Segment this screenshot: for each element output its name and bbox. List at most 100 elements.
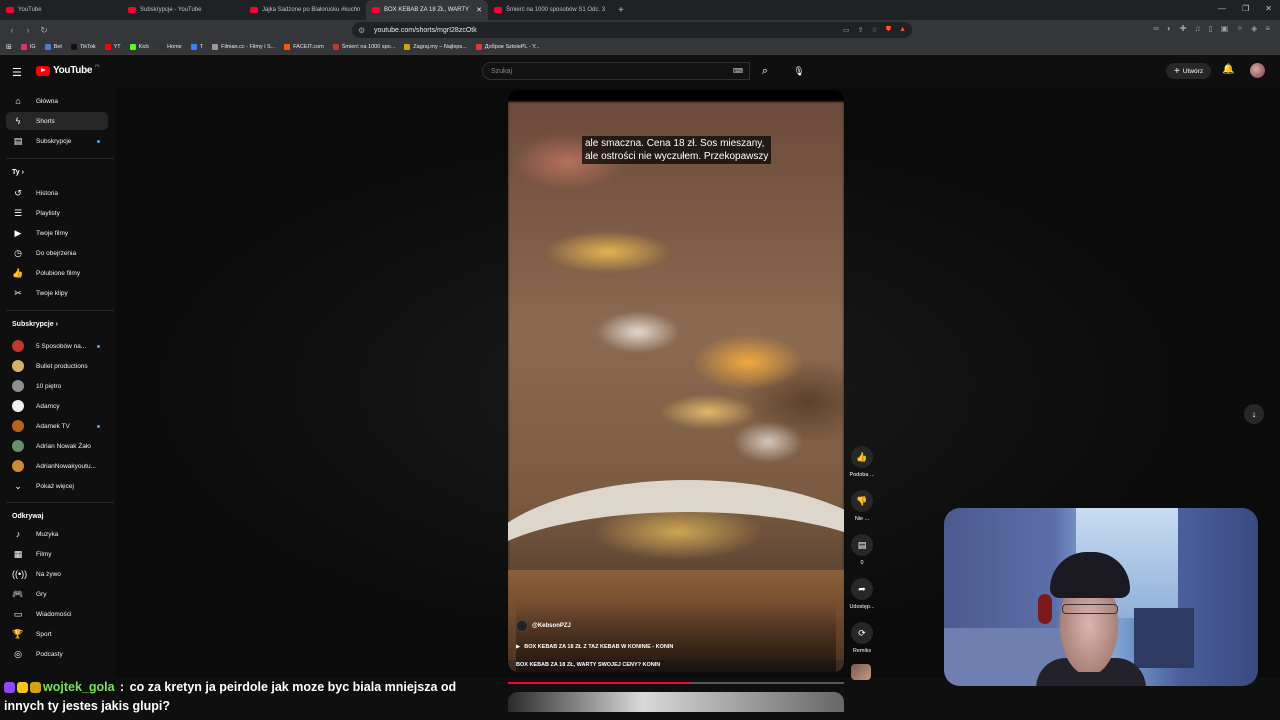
sidebar-section-heading[interactable]: Odkrywaj: [12, 513, 44, 520]
next-short-button[interactable]: ↓: [1244, 404, 1264, 424]
sidebar-item[interactable]: ((•)) Na żywo: [6, 565, 108, 583]
extension-icon[interactable]: ∞: [1153, 24, 1159, 33]
sidebar-item[interactable]: ◷ Do obejrzenia: [6, 244, 108, 262]
guide-menu-icon[interactable]: ☰: [12, 66, 22, 79]
bookmark-label: Home: [167, 44, 182, 50]
wallet-icon[interactable]: ▣: [1221, 24, 1229, 33]
video-progress-bar[interactable]: [508, 682, 844, 684]
sidebar-item[interactable]: ⌂ Główna: [6, 92, 108, 110]
sidebar-item[interactable]: ▦ Filmy: [6, 545, 108, 563]
reload-icon[interactable]: ↻: [36, 25, 52, 36]
bookmark-item[interactable]: Zagraj.my – Najleps...: [404, 44, 467, 50]
forward-icon[interactable]: ›: [20, 25, 36, 35]
sidebar-item[interactable]: ☰ Playlisty: [6, 204, 108, 222]
brave-shield-icon[interactable]: ⛊: [886, 26, 891, 34]
apps-grid-icon[interactable]: ⊞: [6, 43, 12, 51]
bookmark-item[interactable]: Bet: [44, 44, 62, 50]
share-button[interactable]: ➦ Udostęp...: [846, 578, 878, 610]
show-more-button[interactable]: ⌄ Pokaż więcej: [6, 477, 108, 495]
sidebar-section-heading[interactable]: Ty ›: [12, 169, 24, 176]
minimize-icon[interactable]: —: [1218, 4, 1226, 13]
bookmark-item[interactable]: Kick: [129, 44, 149, 50]
extension-icon[interactable]: ◐: [1167, 24, 1172, 33]
search-input[interactable]: Szukaj ⌨: [482, 62, 750, 80]
close-window-icon[interactable]: ✕: [1265, 4, 1272, 13]
youtube-play-icon: [36, 65, 50, 76]
music-extension-icon[interactable]: ♫: [1195, 24, 1201, 33]
leo-icon[interactable]: ✧: [1236, 24, 1243, 33]
browser-tab[interactable]: Jajka Sadzone po Białorusku #kuchn: [244, 0, 366, 20]
sidebar-item[interactable]: ▭ Wiadomości: [6, 605, 108, 623]
browser-tab[interactable]: Śmierć na 1000 sposobów S1 Odc. 3: [488, 0, 610, 20]
sidebar-item[interactable]: 🏆 Sport: [6, 625, 108, 643]
rewards-icon[interactable]: ▲: [899, 26, 906, 34]
sidebar-item[interactable]: ϟ Shorts: [6, 112, 108, 130]
channel-avatar[interactable]: [516, 620, 528, 632]
channel-name[interactable]: @KebsonPZJ: [532, 623, 571, 629]
share-page-icon[interactable]: ⇪: [858, 26, 864, 34]
youtube-logo[interactable]: YouTube PL: [36, 63, 100, 76]
bookmark-item[interactable]: YT: [104, 44, 121, 50]
new-tab-button[interactable]: +: [618, 5, 624, 16]
sidebar-section-heading[interactable]: Subskrypcje ›: [12, 321, 58, 328]
sidebar-item[interactable]: Adrian Nowak Żało: [6, 437, 108, 455]
short-video-player[interactable]: ale smaczna. Cena 18 zł. Sos mieszany, a…: [508, 90, 844, 672]
browser-tab[interactable]: YouTube: [0, 0, 122, 20]
browser-tab[interactable]: Subskrypcje - YouTube: [122, 0, 244, 20]
like-button[interactable]: 👍 Podoba ...: [846, 446, 878, 478]
keyboard-icon[interactable]: ⌨: [733, 67, 743, 75]
sidebar-item[interactable]: Bullet productions: [6, 357, 108, 375]
short-title[interactable]: BOX KEBAB ZA 18 ZŁ, WARTY SWOJEJ CENY? K…: [516, 662, 660, 668]
close-tab-icon[interactable]: ✕: [476, 6, 482, 14]
comments-button[interactable]: ▤ 0: [846, 534, 878, 566]
browser-tab[interactable]: BOX KEBAB ZA 18 ZŁ, WARTY ✕: [366, 0, 488, 20]
channel-row[interactable]: @KebsonPZJ: [516, 620, 571, 632]
sidebar-item-label: Muzyka: [36, 530, 59, 538]
sidebar-item[interactable]: Adamek TV: [6, 417, 108, 435]
bookmark-item[interactable]: Home: [158, 44, 182, 50]
menu-icon[interactable]: ≡: [1265, 24, 1270, 33]
sidebar-item[interactable]: ◎ Podcasty: [6, 645, 108, 663]
bookmark-item[interactable]: Filman.cc - Filmy i S...: [212, 44, 275, 50]
puzzle-icon[interactable]: ✚: [1180, 24, 1187, 33]
sidebar-item[interactable]: ▤ Subskrypcje: [6, 132, 108, 150]
sidebar-item[interactable]: ✂ Twoje klipy: [6, 284, 108, 302]
sidebar-item[interactable]: 5 Sposobów na...: [6, 337, 108, 355]
vpn-icon[interactable]: ◈: [1251, 24, 1257, 33]
bookmark-favicon-icon: [212, 44, 219, 50]
sound-thumbnail[interactable]: [851, 664, 871, 680]
address-bar[interactable]: ⚙ youtube.com/shorts/mgrI28zcOtk ▭ ⇪ ☆ ⛊…: [352, 22, 912, 38]
sound-row[interactable]: ▶ BOX KEBAB ZA 18 ZŁ Z TAZ KEBAB W KONIN…: [516, 644, 673, 650]
sidebar-item[interactable]: ♪ Muzyka: [6, 525, 108, 543]
create-button[interactable]: + Utwórz: [1166, 63, 1212, 79]
search-icon: ⌕: [761, 64, 769, 77]
bookmark-item[interactable]: Доброе SztolePL - Y...: [475, 44, 540, 50]
sidebar-item[interactable]: ↺ Historia: [6, 184, 108, 202]
chat-separator: :: [116, 680, 128, 694]
voice-search-button[interactable]: 🎙: [790, 62, 808, 80]
sidebar-item[interactable]: ▶ Twoje filmy: [6, 224, 108, 242]
search-button[interactable]: ⌕: [752, 62, 778, 80]
remix-button[interactable]: ⟳ Remiks: [846, 622, 878, 654]
account-avatar[interactable]: [1250, 63, 1265, 78]
sidebar-item[interactable]: 👍 Polubione filmy: [6, 264, 108, 282]
restore-icon[interactable]: ❐: [1242, 4, 1249, 13]
sidebar-icon[interactable]: ▯: [1209, 24, 1213, 33]
sidebar-item[interactable]: AdrianNowakyoutu...: [6, 457, 108, 475]
sound-title[interactable]: BOX KEBAB ZA 18 ZŁ Z TAZ KEBAB W KONINIE…: [524, 644, 673, 650]
back-icon[interactable]: ‹: [4, 25, 20, 35]
bookmark-item[interactable]: T: [190, 44, 203, 50]
cast-icon[interactable]: ▭: [843, 26, 850, 34]
bookmark-item[interactable]: TikTok: [70, 44, 96, 50]
bookmark-item[interactable]: Śmierć na 1000 spo...: [332, 44, 395, 50]
sidebar-item[interactable]: Adamcy: [6, 397, 108, 415]
sidebar-item[interactable]: 10 piętro: [6, 377, 108, 395]
next-short-preview[interactable]: [508, 692, 844, 712]
bookmark-item[interactable]: FACEIT.com: [284, 44, 324, 50]
bookmark-star-icon[interactable]: ☆: [872, 26, 878, 34]
notifications-bell-icon[interactable]: 🔔: [1222, 64, 1234, 75]
bookmark-item[interactable]: IG: [20, 44, 36, 50]
sidebar-item[interactable]: 🎮 Gry: [6, 585, 108, 603]
dislike-button[interactable]: 👎 Nie ...: [846, 490, 878, 522]
site-info-icon[interactable]: ⚙: [358, 26, 365, 35]
